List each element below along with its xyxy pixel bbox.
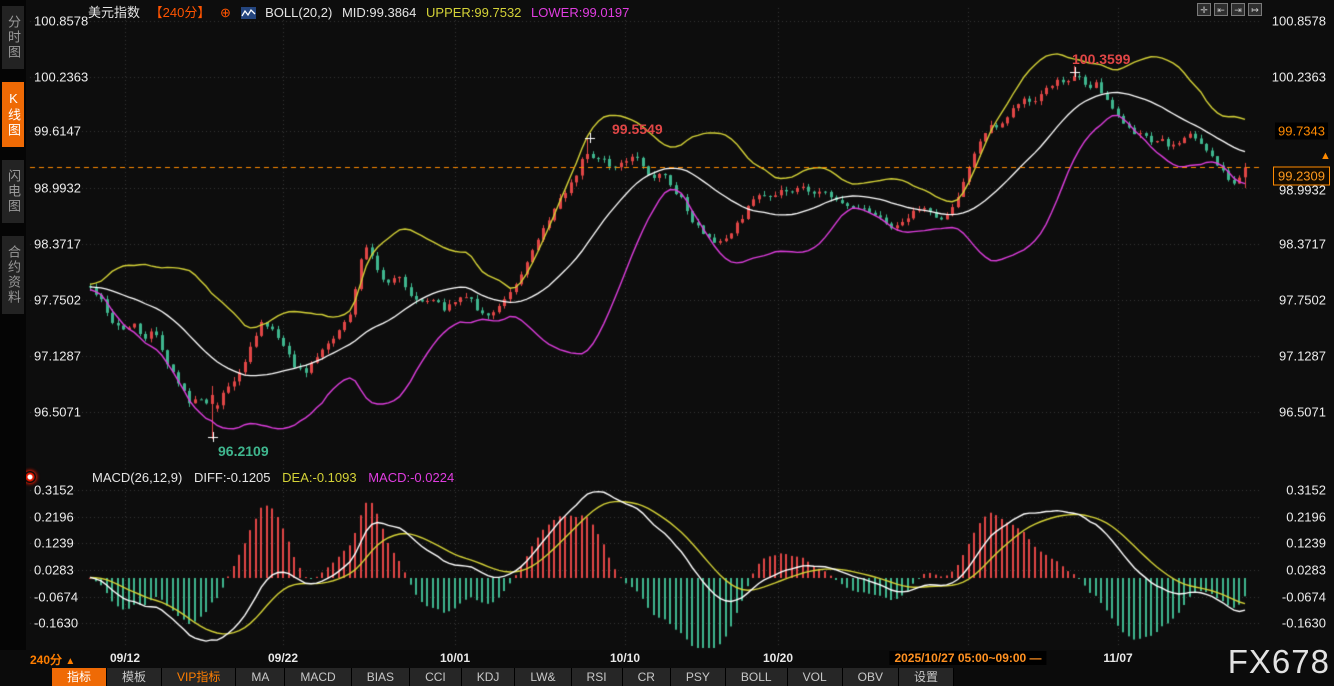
pan-icon[interactable]: ✛: [1197, 3, 1211, 16]
macd-macd-value: MACD:-0.0224: [368, 470, 454, 485]
macd-params-label: MACD(26,12,9): [92, 470, 182, 485]
chart-type-sidebar: 分时图 K线图闪电图合约资料: [0, 0, 26, 650]
macd-axis-label: -0.0674: [34, 590, 78, 605]
price-axis-label: 96.5071: [34, 405, 81, 420]
price-axis-label: 98.3717: [1279, 237, 1326, 252]
macd-axis-label: 0.1239: [34, 536, 74, 551]
toolbar-item-8[interactable]: LW&: [515, 668, 571, 686]
price-axis-label: 100.8578: [1272, 14, 1326, 29]
toolbar-item-12[interactable]: BOLL: [726, 668, 788, 686]
price-axis-label: 96.5071: [1279, 405, 1326, 420]
boll-upper-value: UPPER:99.7532: [426, 5, 521, 20]
macd-axis-label: 0.2196: [34, 510, 74, 525]
price-axis-label: 98.9932: [34, 181, 81, 196]
macd-axis-label: 0.3152: [34, 483, 74, 498]
candlestick-chart-canvas[interactable]: [0, 0, 1334, 650]
y-axis-right-icon[interactable]: ⇥: [1231, 3, 1245, 16]
toolbar-item-7[interactable]: KDJ: [462, 668, 516, 686]
price-axis-label: 100.2363: [1272, 70, 1326, 85]
price-axis-label: 97.7502: [1279, 293, 1326, 308]
macd-axis-label: -0.1630: [34, 616, 78, 631]
y-axis-left-icon[interactable]: ⇤: [1214, 3, 1228, 16]
macd-axis-label: 0.2196: [1286, 510, 1326, 525]
price-annotation-0: 99.5549: [612, 121, 663, 137]
date-axis-label: 10/10: [610, 651, 640, 665]
price-axis-label: 98.3717: [34, 237, 81, 252]
macd-axis-label: 0.3152: [1286, 483, 1326, 498]
toolbar-item-3[interactable]: MA: [236, 668, 285, 686]
toolbar-item-0[interactable]: 指标: [52, 668, 107, 686]
add-compare-icon[interactable]: ⊕: [220, 5, 231, 20]
date-axis-label: 10/20: [763, 651, 793, 665]
date-axis-label: 10/01: [440, 651, 470, 665]
chart-app-window: 分时图 K线图闪电图合约资料 美元指数 【240分】 ⊕ BOLL(20,2) M…: [0, 0, 1334, 686]
period-selector[interactable]: 240分 ▲: [30, 651, 75, 668]
macd-axis-label: 0.1239: [1286, 536, 1326, 551]
price-annotation-2: 96.2109: [218, 443, 269, 459]
boll-lower-value: LOWER:99.0197: [531, 5, 629, 20]
date-axis-label: 11/07: [1103, 651, 1132, 665]
period-selector-label: 240分: [30, 653, 62, 667]
toolbar-item-5[interactable]: BIAS: [352, 668, 410, 686]
toolbar-item-13[interactable]: VOL: [788, 668, 843, 686]
price-axis-label: 97.1287: [34, 349, 81, 364]
price-axis-label: 100.8578: [34, 14, 88, 29]
upper-band-price-tag: 99.7343: [1275, 123, 1328, 140]
toolbar-item-9[interactable]: RSI: [572, 668, 623, 686]
macd-axis-label: 0.0283: [1286, 563, 1326, 578]
scroll-latest-icon[interactable]: ↦: [1248, 3, 1262, 16]
period-label: 【240分】: [150, 5, 211, 20]
date-axis-label: 09/12: [110, 651, 140, 665]
price-axis-label: 99.6147: [34, 124, 81, 139]
toolbar-item-4[interactable]: MACD: [285, 668, 351, 686]
toolbar-item-1[interactable]: 模板: [107, 668, 162, 686]
indicator-toolbar: 指标模板VIP指标MAMACDBIASCCIKDJLW&RSICRPSYBOLL…: [0, 668, 1334, 686]
sidebar-tab-1[interactable]: K线图: [2, 82, 24, 147]
sidebar-tab-3[interactable]: 合约资料: [2, 236, 24, 314]
boll-mid-value: MID:99.3864: [342, 5, 416, 20]
current-price-tag: 99.2309: [1273, 167, 1330, 186]
price-annotation-1: 100.3599: [1072, 51, 1130, 67]
symbol-name: 美元指数: [88, 5, 140, 20]
toolbar-item-6[interactable]: CCI: [410, 668, 462, 686]
price-axis-label: 97.1287: [1279, 349, 1326, 364]
macd-axis-label: -0.0674: [1282, 590, 1326, 605]
macd-dea-value: DEA:-0.1093: [282, 470, 356, 485]
x-axis-row: 240分 ▲ 09/12 09/22 10/01 10/10 10/20 2025/10/…: [0, 650, 1334, 668]
latest-price-arrow-icon: ▲: [1320, 150, 1331, 162]
macd-axis-label: -0.1630: [1282, 616, 1326, 631]
sidebar-tab-2[interactable]: 闪电图: [2, 160, 24, 223]
chart-scale-buttons: ✛⇤⇥↦: [1197, 3, 1262, 16]
macd-diff-value: DIFF:-0.1205: [194, 470, 271, 485]
date-axis-label: 09/22: [268, 651, 298, 665]
price-axis-label: 97.7502: [34, 293, 81, 308]
toolbar-item-14[interactable]: OBV: [843, 668, 899, 686]
selected-candle-time-label: 2025/10/27 05:00~09:00 —: [889, 651, 1046, 665]
line-chart-icon: [241, 7, 256, 22]
sidebar-tab-0[interactable]: 分时图: [2, 6, 24, 69]
brand-watermark: FX678: [1228, 643, 1330, 681]
toolbar-item-10[interactable]: CR: [623, 668, 671, 686]
macd-header: MACD(26,12,9) DIFF:-0.1205 DEA:-0.1093 M…: [92, 470, 462, 485]
toolbar-item-2[interactable]: VIP指标: [162, 668, 236, 686]
chevron-up-icon: ▲: [65, 656, 75, 667]
price-axis-label: 100.2363: [34, 70, 88, 85]
macd-axis-label: 0.0283: [34, 563, 74, 578]
chart-header: 美元指数 【240分】 ⊕ BOLL(20,2) MID:99.3864 UPP…: [88, 2, 635, 22]
toolbar-item-15[interactable]: 设置: [899, 668, 954, 686]
toolbar-item-11[interactable]: PSY: [671, 668, 726, 686]
boll-params-label: BOLL(20,2): [265, 5, 332, 20]
